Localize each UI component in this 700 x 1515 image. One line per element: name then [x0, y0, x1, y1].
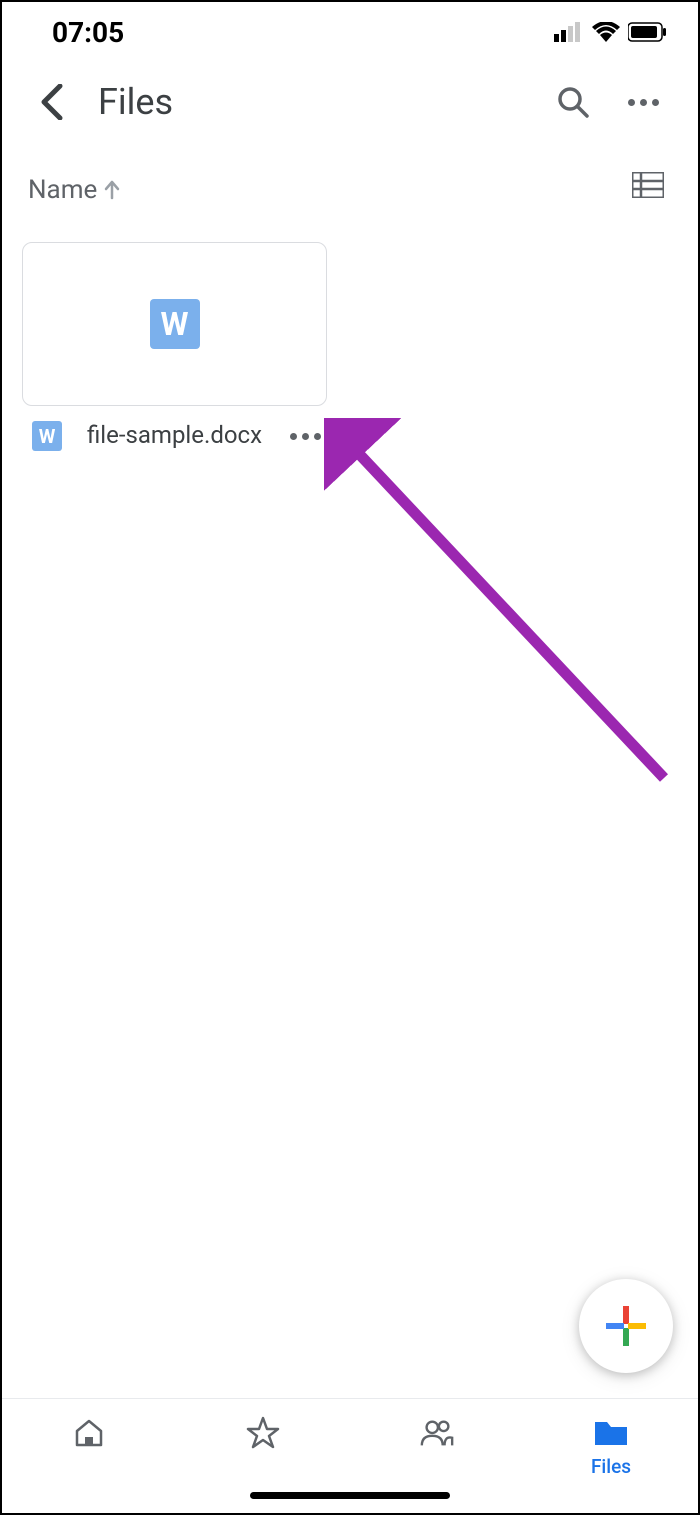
star-icon [246, 1416, 280, 1450]
status-time: 07:05 [52, 16, 124, 49]
search-button[interactable] [548, 77, 598, 127]
file-thumbnail[interactable]: W [22, 242, 327, 406]
home-icon [73, 1417, 105, 1449]
search-icon [556, 85, 590, 119]
add-button[interactable] [579, 1279, 673, 1373]
annotation-arrow [324, 418, 674, 788]
back-button[interactable] [32, 82, 72, 122]
file-info-row: W file-sample.docx [22, 406, 327, 454]
more-horizontal-icon [290, 433, 321, 440]
status-icons [554, 22, 668, 42]
more-horizontal-icon [628, 99, 659, 106]
more-button[interactable] [618, 77, 668, 127]
chevron-left-icon [40, 84, 64, 120]
nav-shared[interactable] [350, 1415, 524, 1451]
nav-home[interactable] [2, 1415, 176, 1451]
folder-icon [593, 1418, 629, 1448]
sort-label-text: Name [28, 175, 97, 205]
nav-files-label: Files [591, 1455, 631, 1478]
app-header: Files [2, 62, 698, 142]
word-doc-icon: W [150, 299, 200, 349]
people-icon [419, 1418, 455, 1448]
nav-files[interactable]: Files [524, 1415, 698, 1478]
page-title: Files [98, 81, 173, 123]
list-view-icon [632, 172, 664, 198]
plus-icon [604, 1304, 648, 1348]
word-doc-icon: W [32, 421, 62, 451]
sort-button[interactable]: Name [28, 175, 121, 205]
sort-row: Name [2, 142, 698, 228]
view-toggle-button[interactable] [632, 172, 668, 208]
wifi-icon [592, 22, 620, 42]
status-bar: 07:05 [2, 2, 698, 62]
cellular-icon [554, 22, 584, 42]
file-item[interactable]: W W file-sample.docx [22, 242, 327, 454]
file-name: file-sample.docx [78, 420, 271, 451]
file-grid: W W file-sample.docx [2, 228, 698, 468]
file-more-button[interactable] [287, 418, 323, 454]
home-indicator[interactable] [250, 1492, 450, 1499]
arrow-up-icon [103, 180, 121, 200]
nav-starred[interactable] [176, 1415, 350, 1451]
battery-icon [628, 22, 668, 42]
